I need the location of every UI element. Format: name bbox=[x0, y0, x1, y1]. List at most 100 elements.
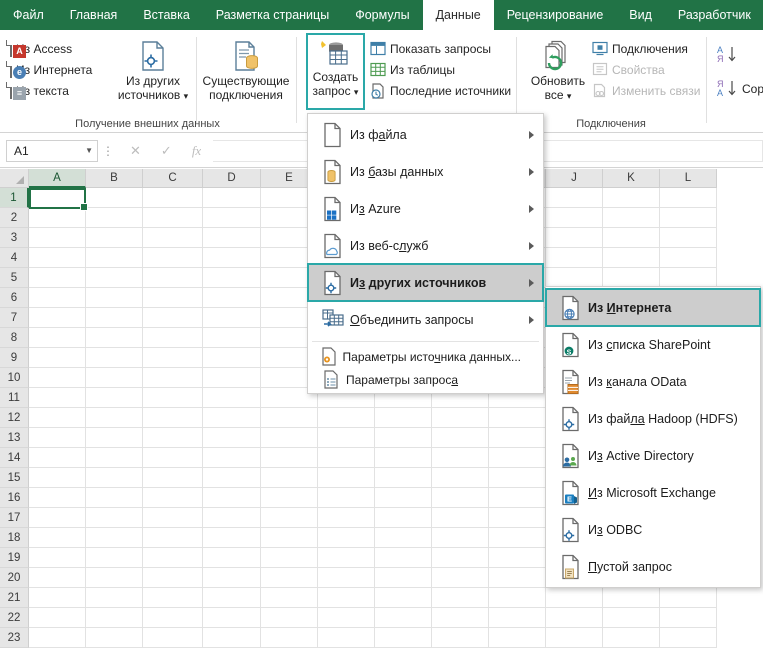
cell-C15[interactable] bbox=[143, 468, 203, 488]
cell-E13[interactable] bbox=[261, 428, 318, 448]
cell-B17[interactable] bbox=[86, 508, 143, 528]
cell-H14[interactable] bbox=[432, 448, 489, 468]
cell-C1[interactable] bbox=[143, 188, 203, 208]
cell-L21[interactable] bbox=[660, 588, 717, 608]
cell-E15[interactable] bbox=[261, 468, 318, 488]
ribbon-button-from-internet[interactable]: e Из Интернета bbox=[8, 59, 113, 80]
cell-A14[interactable] bbox=[29, 448, 86, 468]
cell-I18[interactable] bbox=[489, 528, 546, 548]
cell-B22[interactable] bbox=[86, 608, 143, 628]
cell-D18[interactable] bbox=[203, 528, 261, 548]
cell-I20[interactable] bbox=[489, 568, 546, 588]
ribbon-button-existing-connections[interactable]: Существующие подключения bbox=[200, 36, 292, 102]
formula-bar-grip[interactable]: ⋮ bbox=[98, 144, 118, 158]
menu-item-blank-query[interactable]: Пустой запрос bbox=[546, 548, 760, 585]
row-header-3[interactable]: 3 bbox=[0, 228, 29, 248]
cell-I16[interactable] bbox=[489, 488, 546, 508]
cell-B19[interactable] bbox=[86, 548, 143, 568]
ribbon-tab-3[interactable]: Разметка страницы bbox=[203, 0, 342, 30]
cell-B16[interactable] bbox=[86, 488, 143, 508]
cell-E18[interactable] bbox=[261, 528, 318, 548]
ribbon-button-show-queries[interactable]: Показать запросы bbox=[368, 38, 513, 59]
cell-B20[interactable] bbox=[86, 568, 143, 588]
cell-B2[interactable] bbox=[86, 208, 143, 228]
cell-A16[interactable] bbox=[29, 488, 86, 508]
cell-D17[interactable] bbox=[203, 508, 261, 528]
cell-F21[interactable] bbox=[318, 588, 375, 608]
ribbon-button-from-other-sources[interactable]: Из других источников ▾ bbox=[112, 36, 194, 103]
cell-K5[interactable] bbox=[603, 268, 660, 288]
cell-H16[interactable] bbox=[432, 488, 489, 508]
cell-J21[interactable] bbox=[546, 588, 603, 608]
row-header-17[interactable]: 17 bbox=[0, 508, 29, 528]
menu-item-odbc[interactable]: Из ODBC bbox=[546, 511, 760, 548]
row-header-12[interactable]: 12 bbox=[0, 408, 29, 428]
menu-item-web[interactable]: Из Интернета bbox=[545, 288, 761, 327]
menu-item-cloud[interactable]: Из веб-служб bbox=[308, 227, 543, 264]
insert-function-icon[interactable]: fx bbox=[192, 143, 201, 159]
cell-B11[interactable] bbox=[86, 388, 143, 408]
cell-A6[interactable] bbox=[29, 288, 86, 308]
ribbon-tab-4[interactable]: Формулы bbox=[342, 0, 422, 30]
menu-item-other-sources[interactable]: Из других источников bbox=[307, 263, 544, 302]
cell-L23[interactable] bbox=[660, 628, 717, 648]
cell-F16[interactable] bbox=[318, 488, 375, 508]
cell-B23[interactable] bbox=[86, 628, 143, 648]
row-header-21[interactable]: 21 bbox=[0, 588, 29, 608]
cell-D5[interactable] bbox=[203, 268, 261, 288]
cell-I22[interactable] bbox=[489, 608, 546, 628]
row-header-22[interactable]: 22 bbox=[0, 608, 29, 628]
cell-H15[interactable] bbox=[432, 468, 489, 488]
cell-B7[interactable] bbox=[86, 308, 143, 328]
cell-K23[interactable] bbox=[603, 628, 660, 648]
cell-J2[interactable] bbox=[546, 208, 603, 228]
cell-J23[interactable] bbox=[546, 628, 603, 648]
row-header-14[interactable]: 14 bbox=[0, 448, 29, 468]
cell-L4[interactable] bbox=[660, 248, 717, 268]
cell-C17[interactable] bbox=[143, 508, 203, 528]
ribbon-button-from-text[interactable]: ≡ Из текста bbox=[8, 80, 113, 101]
cell-K3[interactable] bbox=[603, 228, 660, 248]
cell-D15[interactable] bbox=[203, 468, 261, 488]
cell-D7[interactable] bbox=[203, 308, 261, 328]
column-header-C[interactable]: C bbox=[143, 169, 203, 188]
cell-A3[interactable] bbox=[29, 228, 86, 248]
cell-A23[interactable] bbox=[29, 628, 86, 648]
cell-A15[interactable] bbox=[29, 468, 86, 488]
cell-A7[interactable] bbox=[29, 308, 86, 328]
cell-I14[interactable] bbox=[489, 448, 546, 468]
cell-F17[interactable] bbox=[318, 508, 375, 528]
column-header-A[interactable]: A bbox=[29, 169, 86, 188]
row-header-16[interactable]: 16 bbox=[0, 488, 29, 508]
cell-A20[interactable] bbox=[29, 568, 86, 588]
cell-I23[interactable] bbox=[489, 628, 546, 648]
cell-A9[interactable] bbox=[29, 348, 86, 368]
cell-C8[interactable] bbox=[143, 328, 203, 348]
menu-item-query-options[interactable]: Параметры запроса bbox=[308, 368, 543, 391]
cell-E19[interactable] bbox=[261, 548, 318, 568]
menu-item-hadoop[interactable]: Из файла Hadoop (HDFS) bbox=[546, 400, 760, 437]
cell-H12[interactable] bbox=[432, 408, 489, 428]
cell-E14[interactable] bbox=[261, 448, 318, 468]
menu-item-odata[interactable]: Из канала OData bbox=[546, 363, 760, 400]
cell-D20[interactable] bbox=[203, 568, 261, 588]
cell-D13[interactable] bbox=[203, 428, 261, 448]
cell-C3[interactable] bbox=[143, 228, 203, 248]
cell-C19[interactable] bbox=[143, 548, 203, 568]
cell-C11[interactable] bbox=[143, 388, 203, 408]
cell-K21[interactable] bbox=[603, 588, 660, 608]
cell-A18[interactable] bbox=[29, 528, 86, 548]
cell-L1[interactable] bbox=[660, 188, 717, 208]
name-box[interactable]: A1 ▼ bbox=[6, 139, 98, 162]
cell-C4[interactable] bbox=[143, 248, 203, 268]
row-header-19[interactable]: 19 bbox=[0, 548, 29, 568]
cell-I12[interactable] bbox=[489, 408, 546, 428]
ribbon-button-sort-az[interactable]: А Я bbox=[716, 44, 742, 66]
cell-A12[interactable] bbox=[29, 408, 86, 428]
cell-H21[interactable] bbox=[432, 588, 489, 608]
cell-I15[interactable] bbox=[489, 468, 546, 488]
cell-J3[interactable] bbox=[546, 228, 603, 248]
cell-B12[interactable] bbox=[86, 408, 143, 428]
cell-D22[interactable] bbox=[203, 608, 261, 628]
cell-K2[interactable] bbox=[603, 208, 660, 228]
